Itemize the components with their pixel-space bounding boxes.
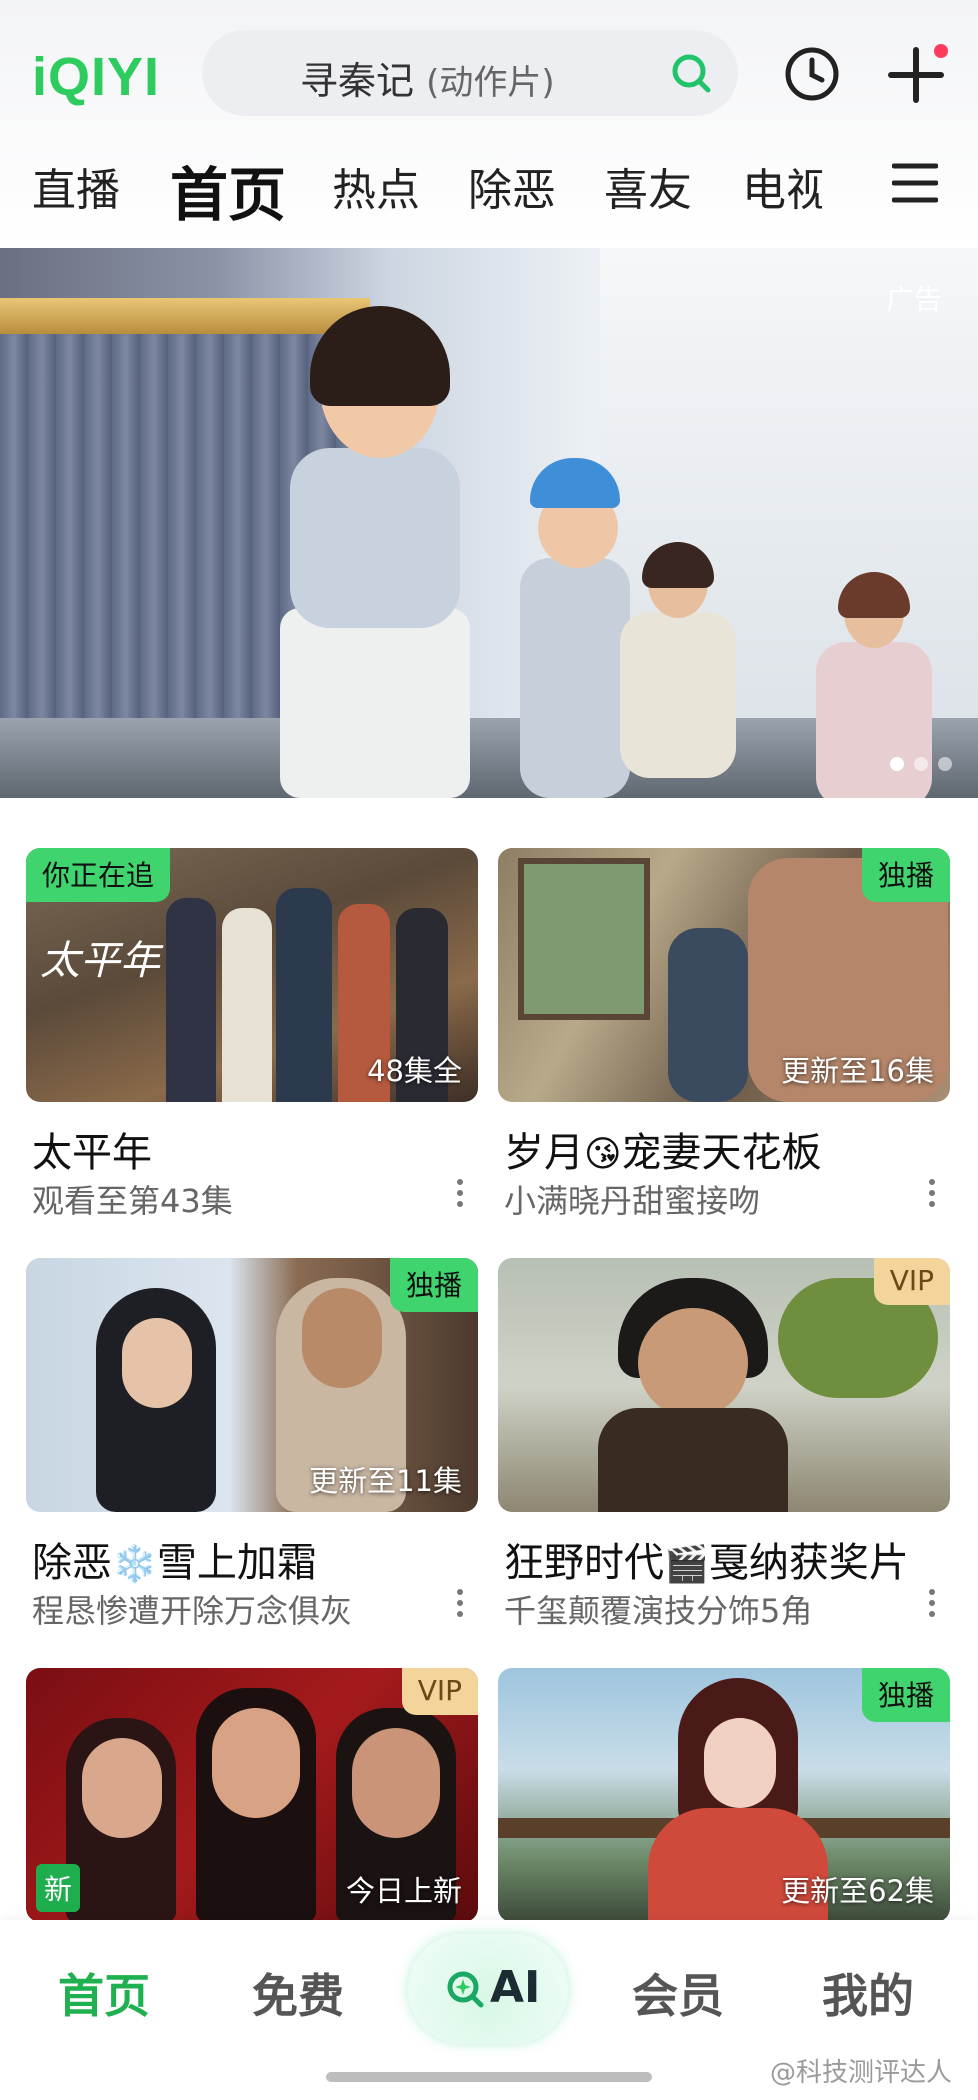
search-placeholder: 寻秦记 (动作片) xyxy=(300,50,555,105)
tab-live[interactable]: 直播 xyxy=(32,154,120,218)
menu-icon[interactable] xyxy=(892,160,938,206)
tab-tv-series[interactable]: 电视剧 xyxy=(742,154,822,224)
vip-badge: VIP xyxy=(873,1258,950,1305)
video-subtitle: 程恳惨遭开除万念俱灰 xyxy=(32,1592,353,1630)
hero-banner-ad[interactable]: 广告 xyxy=(0,248,978,798)
tab-hot[interactable]: 热点 xyxy=(332,154,420,218)
banner-girl-figure xyxy=(250,288,500,798)
video-title[interactable]: 除恶❄️雪上加霜 xyxy=(32,1530,317,1588)
banner-dot[interactable] xyxy=(914,757,928,771)
video-thumbnail[interactable]: 独播 更新至16集 xyxy=(498,848,950,1102)
video-thumbnail[interactable]: 独播 更新至62集 xyxy=(498,1668,950,1922)
video-thumbnail[interactable]: 独播 更新至11集 xyxy=(26,1258,478,1512)
video-title[interactable]: 岁月😘宠妻天花板 xyxy=(504,1120,822,1178)
exclusive-badge: 独播 xyxy=(389,1258,478,1312)
more-options-icon[interactable] xyxy=(926,1174,938,1214)
video-subtitle: 小满晓丹甜蜜接吻 xyxy=(504,1182,761,1220)
clapperboard-emoji-icon: 🎬 xyxy=(664,1544,709,1585)
nav-ai-label: AI xyxy=(490,1962,541,2013)
video-card[interactable]: 独播 更新至16集 岁月😘宠妻天花板 小满晓丹甜蜜接吻 xyxy=(498,848,950,1220)
more-options-icon[interactable] xyxy=(926,1584,938,1624)
search-query-genre: (动作片) xyxy=(426,63,555,103)
more-options-icon[interactable] xyxy=(454,1174,466,1214)
banner-dot-active[interactable] xyxy=(890,757,904,771)
banner-boy-figure xyxy=(500,458,640,798)
kiss-emoji-icon: 😘 xyxy=(584,1134,622,1175)
top-bar: iQIYI 寻秦记 (动作片) 直播 首页 热点 除恶 喜友 电视剧 xyxy=(0,0,978,248)
tab-xiyou[interactable]: 喜友 xyxy=(604,154,692,218)
vip-badge: VIP xyxy=(401,1668,478,1715)
nav-ai-button[interactable]: AI xyxy=(408,1934,568,2044)
video-card[interactable]: VIP 狂野时代🎬戛纳获奖片 千玺颠覆演技分饰5角 xyxy=(498,1258,950,1630)
nav-vip[interactable]: 会员 xyxy=(632,1960,724,2026)
watermark: @科技测评达人 xyxy=(769,2058,952,2088)
banner-pagination xyxy=(880,756,952,775)
notification-dot xyxy=(934,44,948,58)
video-card[interactable]: 独播 更新至62集 xyxy=(498,1668,950,1922)
nav-home[interactable]: 首页 xyxy=(58,1960,150,2026)
tab-home[interactable]: 首页 xyxy=(170,148,286,232)
history-clock-icon[interactable] xyxy=(782,44,842,104)
search-bar[interactable]: 寻秦记 (动作片) xyxy=(202,30,738,116)
video-thumbnail[interactable]: VIP xyxy=(498,1258,950,1512)
video-card[interactable]: VIP 新 今日上新 xyxy=(26,1668,478,1922)
episode-count: 更新至11集 xyxy=(309,1464,462,1498)
search-query: 寻秦记 xyxy=(300,59,415,103)
exclusive-badge: 独播 xyxy=(861,848,950,902)
video-title[interactable]: 太平年 xyxy=(32,1120,152,1178)
episode-count: 更新至16集 xyxy=(781,1054,934,1088)
tab-chue[interactable]: 除恶 xyxy=(468,154,556,218)
nav-free[interactable]: 免费 xyxy=(252,1960,344,2026)
more-options-icon[interactable] xyxy=(454,1584,466,1624)
ad-label: 广告 xyxy=(885,283,942,316)
new-badge: 新 xyxy=(36,1864,81,1912)
iqiyi-logo[interactable]: iQIYI xyxy=(32,46,160,108)
video-subtitle: 千玺颠覆演技分饰5角 xyxy=(504,1592,813,1630)
episode-count: 48集全 xyxy=(367,1054,462,1088)
video-card[interactable]: 太平年 你正在追 48集全 太平年 观看至第43集 xyxy=(26,848,478,1220)
snowflake-emoji-icon: ❄️ xyxy=(112,1544,157,1585)
search-icon[interactable] xyxy=(670,52,712,94)
tracking-badge: 你正在追 xyxy=(26,848,171,902)
episode-count: 今日上新 xyxy=(345,1874,462,1908)
video-thumbnail[interactable]: 太平年 你正在追 48集全 xyxy=(26,848,478,1102)
home-indicator[interactable] xyxy=(326,2072,652,2082)
video-subtitle: 观看至第43集 xyxy=(32,1182,233,1220)
ai-search-icon xyxy=(447,1971,484,2008)
episode-count: 更新至62集 xyxy=(781,1874,934,1908)
video-thumbnail[interactable]: VIP 新 今日上新 xyxy=(26,1668,478,1922)
banner-dot[interactable] xyxy=(938,757,952,771)
video-title[interactable]: 狂野时代🎬戛纳获奖片 xyxy=(504,1530,909,1588)
channel-tabs: 直播 首页 热点 除恶 喜友 电视剧 xyxy=(0,148,978,229)
video-card[interactable]: 独播 更新至11集 除恶❄️雪上加霜 程恳惨遭开除万念俱灰 xyxy=(26,1258,478,1630)
banner-adult-figure xyxy=(620,542,736,778)
thumbnail-title-art: 太平年 xyxy=(40,938,160,984)
nav-me[interactable]: 我的 xyxy=(822,1960,914,2026)
exclusive-badge: 独播 xyxy=(861,1668,950,1722)
